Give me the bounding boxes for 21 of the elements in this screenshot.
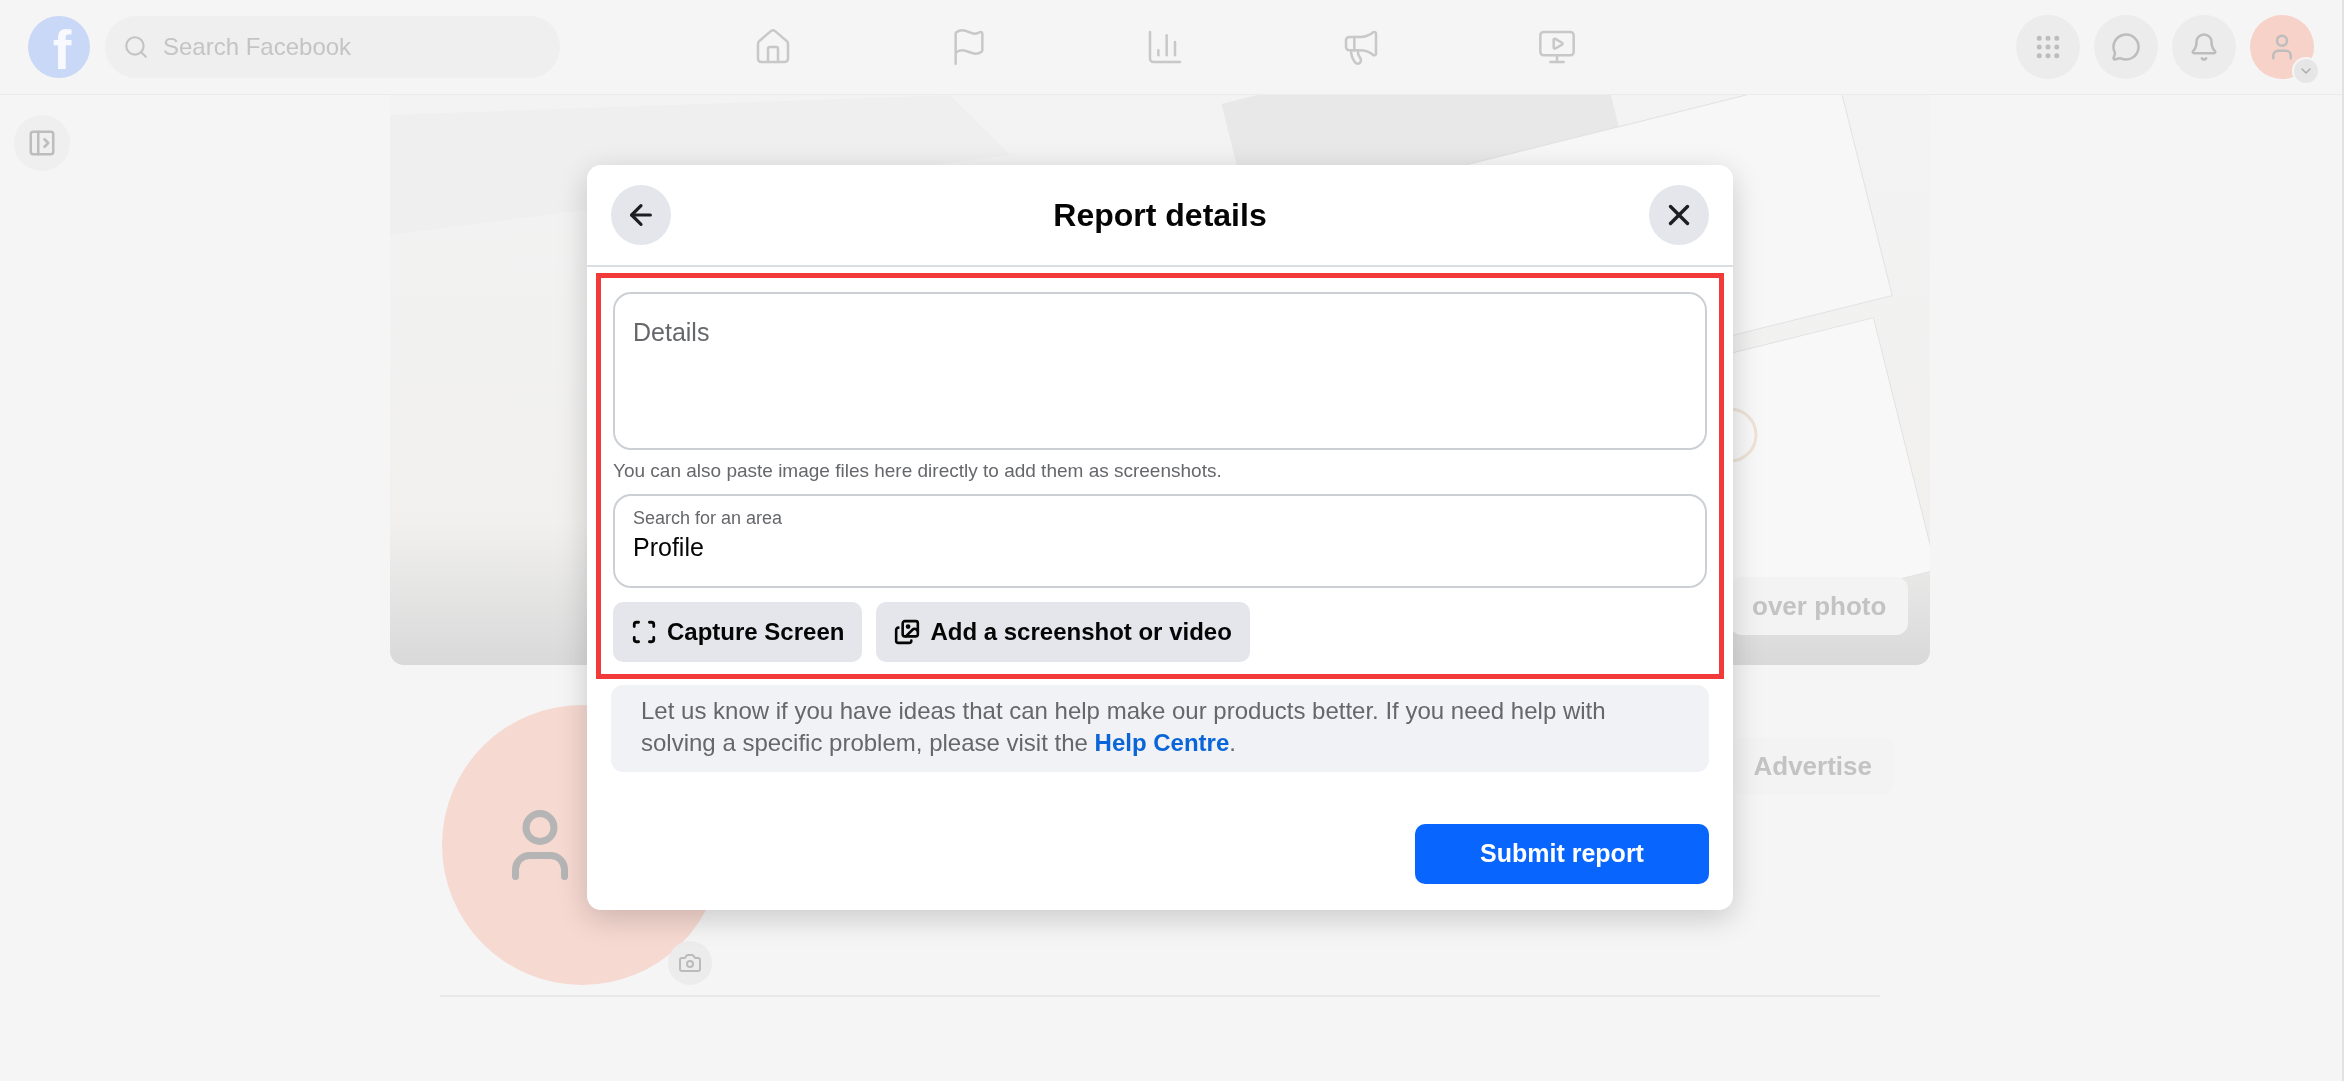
- chat-bubble-icon: [2111, 32, 2141, 62]
- add-screenshot-button[interactable]: Add a screenshot or video: [876, 602, 1250, 662]
- back-button[interactable]: [611, 185, 671, 245]
- bell-icon: [2189, 32, 2219, 62]
- capture-screen-button[interactable]: Capture Screen: [613, 602, 863, 662]
- submit-button[interactable]: Submit report: [1415, 823, 1709, 884]
- camera-icon: [678, 951, 702, 975]
- help-centre-link[interactable]: Help Centre: [1094, 729, 1230, 757]
- area-search-field[interactable]: Search for an area Profile: [613, 494, 1707, 588]
- close-button[interactable]: [1649, 185, 1709, 245]
- notice-text: Let us know if you have ideas that can help make our products better. If you need help with solving a specific problem, please visit the Help Centre.: [641, 696, 1607, 759]
- dialog-title: Report details: [1053, 196, 1267, 234]
- hint-text: You can also paste image files here directly to add them as screenshots.: [613, 460, 1223, 482]
- search-icon: [123, 34, 149, 60]
- field-label: Search for an area: [633, 508, 784, 529]
- images-icon: [894, 619, 921, 645]
- camera-button[interactable]: [668, 941, 712, 985]
- details-field[interactable]: Details: [613, 292, 1707, 450]
- capture-icon: [631, 619, 657, 645]
- area-input[interactable]: Profile: [633, 533, 1687, 562]
- panel-icon: [27, 128, 57, 158]
